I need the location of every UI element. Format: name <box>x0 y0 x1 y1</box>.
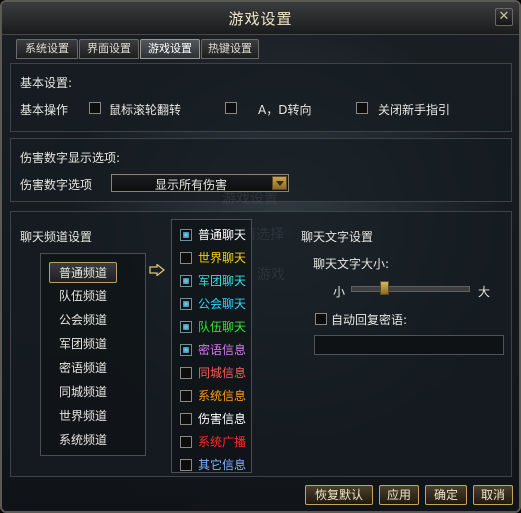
channel-item-guild[interactable]: 公会频道 <box>59 311 107 328</box>
msg-broadcast-checkbox[interactable] <box>180 436 192 448</box>
close-icon[interactable]: ✕ <box>495 8 513 26</box>
channel-list: 普通频道 队伍频道 公会频道 军团频道 密语频道 同城频道 世界频道 系统频道 <box>40 253 146 456</box>
msg-guild-checkbox[interactable] <box>180 298 192 310</box>
reset-defaults-button[interactable]: 恢复默认 <box>305 485 373 505</box>
ok-button[interactable]: 确定 <box>425 485 467 505</box>
message-type-list: 普通聊天 世界聊天 军团聊天 公会聊天 队伍聊天 密语信息 同城信息 系统信息 … <box>171 219 252 473</box>
channel-item-system[interactable]: 系统频道 <box>59 431 107 448</box>
size-large-label: 大 <box>478 285 491 299</box>
close-newbie-guide-checkbox[interactable] <box>356 102 368 114</box>
msg-whisper-label: 密语信息 <box>198 343 247 357</box>
ad-turn-label: A，D转向 <box>258 103 312 117</box>
msg-whisper-checkbox[interactable] <box>180 344 192 356</box>
close-newbie-guide-label: 关闭新手指引 <box>378 103 451 117</box>
msg-city-label: 同城信息 <box>198 366 247 380</box>
text-size-slider-thumb[interactable] <box>380 281 389 295</box>
channel-item-normal[interactable]: 普通频道 <box>49 262 118 283</box>
msg-normal-label: 普通聊天 <box>198 228 247 242</box>
size-small-label: 小 <box>333 285 346 299</box>
msg-other-label: 其它信息 <box>198 458 247 472</box>
msg-team-checkbox[interactable] <box>180 321 192 333</box>
msg-team-label: 队伍聊天 <box>198 320 247 334</box>
tab-system-settings[interactable]: 系统设置 <box>16 39 78 59</box>
channel-item-team[interactable]: 队伍频道 <box>59 287 107 304</box>
mouse-wheel-invert-checkbox[interactable] <box>89 102 101 114</box>
basic-operation-label: 基本操作 <box>20 103 69 117</box>
ad-turn-checkbox[interactable] <box>225 102 237 114</box>
channel-item-whisper[interactable]: 密语频道 <box>59 359 107 376</box>
arrow-right-icon <box>149 264 165 276</box>
msg-broadcast-label: 系统广播 <box>198 435 247 449</box>
auto-reply-label: 自动回复密语: <box>331 313 408 327</box>
watermark-text: 游戏 <box>257 267 285 283</box>
watermark-text: 游戏设置 <box>222 191 278 207</box>
msg-world-label: 世界聊天 <box>198 251 247 265</box>
damage-settings-title: 伤害数字显示选项: <box>20 151 121 165</box>
settings-window: 游戏设置 ✕ 系统设置 界面设置 游戏设置 热键设置 基本设置: 基本操作 鼠标… <box>0 0 521 513</box>
channel-item-world[interactable]: 世界频道 <box>59 407 107 424</box>
basic-settings-title: 基本设置: <box>20 76 73 90</box>
msg-damage-label: 伤害信息 <box>198 412 247 426</box>
cancel-button[interactable]: 取消 <box>473 485 513 505</box>
channel-item-legion[interactable]: 军团频道 <box>59 335 107 352</box>
auto-reply-input[interactable] <box>314 335 504 355</box>
msg-legion-label: 军团聊天 <box>198 274 247 288</box>
chat-text-size-label: 聊天文字大小: <box>313 257 390 271</box>
apply-button[interactable]: 应用 <box>379 485 419 505</box>
tab-game-settings[interactable]: 游戏设置 <box>140 39 200 59</box>
msg-system-label: 系统信息 <box>198 389 247 403</box>
msg-guild-label: 公会聊天 <box>198 297 247 311</box>
basic-settings-panel <box>10 63 512 132</box>
tab-hotkey-settings[interactable]: 热键设置 <box>201 39 259 59</box>
msg-city-checkbox[interactable] <box>180 367 192 379</box>
damage-option-label: 伤害数字选项 <box>20 178 93 192</box>
tab-ui-settings[interactable]: 界面设置 <box>79 39 139 59</box>
title-bar[interactable]: 游戏设置 ✕ <box>2 2 519 35</box>
mouse-wheel-invert-label: 鼠标滚轮翻转 <box>109 103 182 117</box>
window-title: 游戏设置 <box>228 10 293 28</box>
msg-normal-checkbox[interactable] <box>180 229 192 241</box>
chat-channel-title: 聊天频道设置 <box>20 230 93 244</box>
auto-reply-checkbox[interactable] <box>315 313 327 325</box>
msg-other-checkbox[interactable] <box>180 459 192 471</box>
chat-text-title: 聊天文字设置 <box>301 230 374 244</box>
channel-item-city[interactable]: 同城频道 <box>59 383 107 400</box>
msg-system-checkbox[interactable] <box>180 390 192 402</box>
msg-damage-checkbox[interactable] <box>180 413 192 425</box>
msg-legion-checkbox[interactable] <box>180 275 192 287</box>
text-size-slider[interactable] <box>351 286 470 292</box>
msg-world-checkbox[interactable] <box>180 252 192 264</box>
